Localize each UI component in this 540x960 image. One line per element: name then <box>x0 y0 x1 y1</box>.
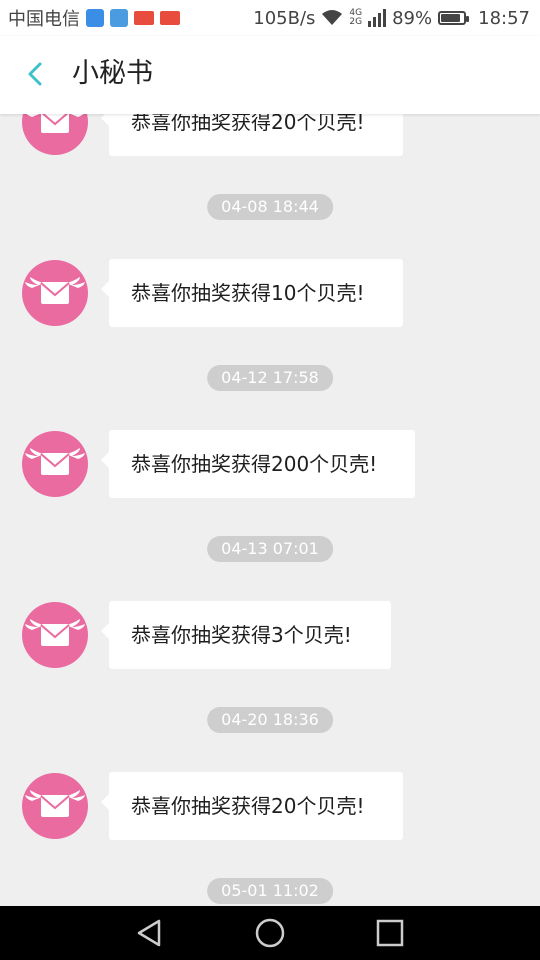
chevron-left-icon <box>28 62 42 86</box>
timestamp-chip: 04-20 18:36 <box>207 707 333 733</box>
message-row: 恭喜你抽奖获得10个贝壳! <box>0 259 540 327</box>
back-triangle-icon <box>137 919 161 947</box>
timestamp-chip: 04-13 07:01 <box>207 536 333 562</box>
message-row: 恭喜你抽奖获得20个贝壳! <box>0 114 540 156</box>
status-bar: 中国电信 105B/s 4G 2G 89% 18:57 <box>0 0 540 36</box>
nav-back-button[interactable] <box>134 917 166 949</box>
avatar[interactable] <box>22 773 88 839</box>
gallery-notification-icon <box>110 9 128 27</box>
news-notification-icon <box>160 11 180 25</box>
message-row: 恭喜你抽奖获得200个贝壳! <box>0 430 540 498</box>
timestamp-chip: 04-08 18:44 <box>207 194 333 220</box>
net-speed: 105B/s <box>253 7 316 29</box>
carrier-label: 中国电信 <box>8 9 80 30</box>
title-bar: 小秘书 <box>0 36 540 114</box>
avatar[interactable] <box>22 260 88 326</box>
message-row: 恭喜你抽奖获得3个贝壳! <box>0 601 540 669</box>
avatar[interactable] <box>22 602 88 668</box>
battery-percent: 89% <box>392 7 433 29</box>
app-notification-icon <box>86 9 104 27</box>
back-button[interactable] <box>20 56 56 92</box>
clock: 18:57 <box>478 7 530 29</box>
avatar[interactable] <box>22 431 88 497</box>
winged-envelope-icon <box>25 790 85 817</box>
network-type-secondary: 2G <box>349 17 363 27</box>
message-row: 恭喜你抽奖获得20个贝壳! <box>0 772 540 840</box>
timestamp-chip: 05-01 11:02 <box>207 878 333 904</box>
message-bubble[interactable]: 恭喜你抽奖获得20个贝壳! <box>101 114 403 156</box>
network-type: 4G 2G <box>349 9 362 27</box>
message-list[interactable]: 恭喜你抽奖获得20个贝壳! 04-08 18:44 恭喜你抽奖获得10个贝壳! 04-… <box>0 114 540 906</box>
signal-icon <box>368 9 387 27</box>
system-nav-bar <box>0 906 540 960</box>
home-circle-icon <box>255 918 285 948</box>
avatar[interactable] <box>22 114 88 155</box>
winged-envelope-icon <box>25 448 85 475</box>
winged-envelope-icon <box>25 277 85 304</box>
timestamp-chip: 04-12 17:58 <box>207 365 333 391</box>
battery-icon <box>438 11 470 25</box>
nav-recents-button[interactable] <box>374 917 406 949</box>
message-bubble[interactable]: 恭喜你抽奖获得20个贝壳! <box>101 772 403 840</box>
winged-envelope-icon <box>26 114 84 133</box>
recents-square-icon <box>376 919 404 947</box>
news-notification-icon <box>134 11 154 25</box>
page-title: 小秘书 <box>72 58 153 89</box>
wifi-icon <box>322 10 343 25</box>
winged-envelope-icon <box>25 619 85 646</box>
message-bubble[interactable]: 恭喜你抽奖获得3个贝壳! <box>101 601 391 669</box>
nav-home-button[interactable] <box>254 917 286 949</box>
message-bubble[interactable]: 恭喜你抽奖获得200个贝壳! <box>101 430 415 498</box>
message-bubble[interactable]: 恭喜你抽奖获得10个贝壳! <box>101 259 403 327</box>
